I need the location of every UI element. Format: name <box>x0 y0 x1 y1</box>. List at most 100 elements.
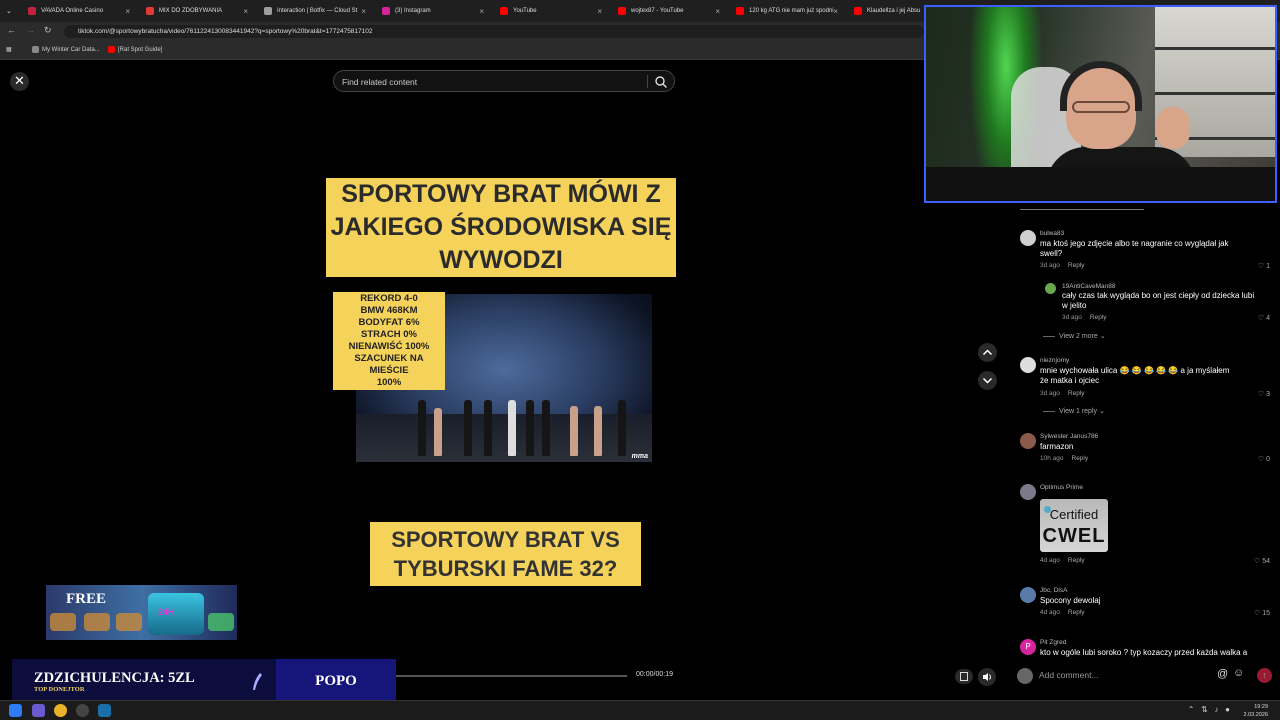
chevron-up-icon[interactable]: ⌃ <box>1188 705 1195 714</box>
avatar[interactable] <box>1020 433 1036 449</box>
view-replies[interactable]: View 1 reply ⌄ <box>1043 407 1105 415</box>
tab-3[interactable]: Interaction | Botfix — Cloud St × <box>258 2 370 20</box>
avatar[interactable] <box>1045 283 1056 294</box>
close-video-button[interactable]: ✕ <box>10 72 29 91</box>
related-search-bar <box>333 70 675 92</box>
comment-username[interactable]: Sylwester Janus786 <box>1040 433 1098 440</box>
speaker-icon[interactable]: ♪ <box>1214 705 1218 714</box>
comment-username[interactable]: 19AntiCaveMan88 <box>1062 283 1115 290</box>
comment-text: kto w ogóle lubi soroko ? typ kozaczy pr… <box>1040 648 1248 657</box>
send-button[interactable]: ↑ <box>1257 668 1272 683</box>
clock[interactable]: 19:29 2.03.2026 <box>1244 703 1268 719</box>
comments-tab-underline <box>1020 209 1144 210</box>
like-button[interactable]: ♡ 15 <box>1254 609 1270 617</box>
video-subheadline: SPORTOWY BRAT VS TYBURSKI FAME 32? <box>370 522 641 586</box>
search-icon[interactable] <box>654 75 668 89</box>
tab-4[interactable]: (3) Instagram × <box>376 2 488 20</box>
view-more-replies[interactable]: View 2 more ⌄ <box>1043 332 1106 340</box>
comment-username[interactable]: bulwa83 <box>1040 230 1064 237</box>
bookmark-2[interactable]: [Rat Spot Guide] <box>108 46 162 53</box>
comment-username[interactable]: Optimus Prime <box>1040 484 1083 491</box>
avatar[interactable] <box>1020 587 1036 603</box>
forward-arrow-icon[interactable]: → <box>26 25 35 35</box>
video-progress-bar[interactable] <box>395 675 627 677</box>
youtube-icon <box>146 7 154 15</box>
like-button[interactable]: ♡ 54 <box>1254 557 1270 565</box>
divider-line <box>1043 335 1055 337</box>
tab-7[interactable]: 120 kg ATG nie mam już spodni × <box>730 2 842 20</box>
prize-icon <box>116 613 142 631</box>
bookmark-1[interactable]: My Winter Car Data... <box>32 46 100 53</box>
captions-button[interactable] <box>955 669 973 684</box>
close-tab-icon[interactable]: × <box>597 7 602 16</box>
stat-line: REKORD 4-0 <box>360 293 418 304</box>
person-figure <box>464 400 472 456</box>
mic-icon[interactable]: ● <box>1225 705 1230 714</box>
volume-icon <box>983 673 991 681</box>
person-figure <box>434 408 442 456</box>
person-figure <box>418 400 426 456</box>
emoji-icon[interactable]: ☺ <box>1233 667 1244 679</box>
tab-1[interactable]: VAVADA Online Casino × <box>22 2 134 20</box>
stat-line: BMW 468KM <box>360 305 418 316</box>
app-icon[interactable] <box>32 704 45 717</box>
close-tab-icon[interactable]: × <box>125 7 130 16</box>
tab-8[interactable]: Klaudellza i jej Absu <box>848 2 928 20</box>
next-video-button[interactable] <box>978 371 997 390</box>
comment-username[interactable]: Jbc, DlsA <box>1040 587 1067 594</box>
comment-text: ma ktoś jego zdjęcie albo te nagranie co… <box>1040 239 1229 258</box>
tab-6[interactable]: wojtex87 - YouTube × <box>612 2 724 20</box>
steam-icon[interactable] <box>98 704 111 717</box>
stats-list: REKORD 4-0 BMW 468KM BODYFAT 6% STRACH 0… <box>333 292 445 390</box>
like-button[interactable]: ♡ 0 <box>1258 455 1270 463</box>
comments-panel: bulwa83 ma ktoś jego zdjęcie albo te nag… <box>1015 206 1280 660</box>
comment-meta: 3d ago Reply <box>1040 390 1085 397</box>
tab-menu-button[interactable]: ⌄ <box>0 2 20 20</box>
reply-button[interactable]: Reply <box>1072 455 1089 462</box>
close-tab-icon[interactable]: × <box>479 7 484 16</box>
like-button[interactable]: ♡ 1 <box>1258 262 1270 270</box>
tab-2[interactable]: MIX DO ZDOBYWANIA × <box>140 2 252 20</box>
windows-taskbar: ⌃ ⇅ ♪ ● 19:29 2.03.2026 <box>0 700 1280 720</box>
reply-button[interactable]: Reply <box>1068 557 1085 564</box>
comment-username[interactable]: nieznjomy <box>1040 357 1069 364</box>
reply-button[interactable]: Reply <box>1068 262 1085 269</box>
windows-start-icon[interactable] <box>9 704 22 717</box>
comment-input[interactable] <box>1039 667 1219 683</box>
reload-icon[interactable]: ↻ <box>44 25 52 36</box>
free-promo-banner: FREE 24H <box>46 585 237 640</box>
apps-grid-icon[interactable]: ▦ <box>6 46 12 53</box>
reply-button[interactable]: Reply <box>1068 609 1085 616</box>
comment-username[interactable]: Pit Zgred <box>1040 639 1066 646</box>
donation-alert: ZDZICHULENCJA: 5ZL TOP DONEJTOR POPO <box>12 659 396 705</box>
chrome-icon[interactable] <box>54 704 67 717</box>
chevron-up-icon <box>982 349 993 356</box>
close-tab-icon[interactable]: × <box>833 7 838 16</box>
app-icon[interactable] <box>76 704 89 717</box>
like-button[interactable]: ♡ 4 <box>1258 314 1270 322</box>
comment-meta: 4d ago Reply <box>1040 609 1085 616</box>
arrow-up-icon: ↑ <box>1262 670 1267 680</box>
close-tab-icon[interactable]: × <box>361 7 366 16</box>
previous-video-button[interactable] <box>978 343 997 362</box>
favicon-icon <box>28 7 36 15</box>
mention-icon[interactable]: @ <box>1217 668 1228 680</box>
reply-button[interactable]: Reply <box>1068 390 1085 397</box>
avatar[interactable] <box>1020 230 1036 246</box>
network-icon[interactable]: ⇅ <box>1201 705 1208 714</box>
tab-5[interactable]: YouTube × <box>494 2 606 20</box>
search-input[interactable] <box>342 75 642 88</box>
person-figure <box>618 400 626 456</box>
avatar[interactable] <box>1020 357 1036 373</box>
favicon-icon <box>264 7 272 15</box>
close-tab-icon[interactable]: × <box>243 7 248 16</box>
comment-image[interactable]: Certified CWEL <box>1040 499 1108 552</box>
close-tab-icon[interactable]: × <box>715 7 720 16</box>
like-button[interactable]: ♡ 3 <box>1258 390 1270 398</box>
reply-button[interactable]: Reply <box>1090 314 1107 321</box>
avatar[interactable] <box>1020 484 1036 500</box>
url-field[interactable]: tiktok.com/@sportowybratucha/video/76112… <box>64 25 924 38</box>
avatar[interactable]: P <box>1020 639 1036 655</box>
back-arrow-icon[interactable]: ← <box>7 25 16 35</box>
volume-button[interactable] <box>978 668 996 686</box>
